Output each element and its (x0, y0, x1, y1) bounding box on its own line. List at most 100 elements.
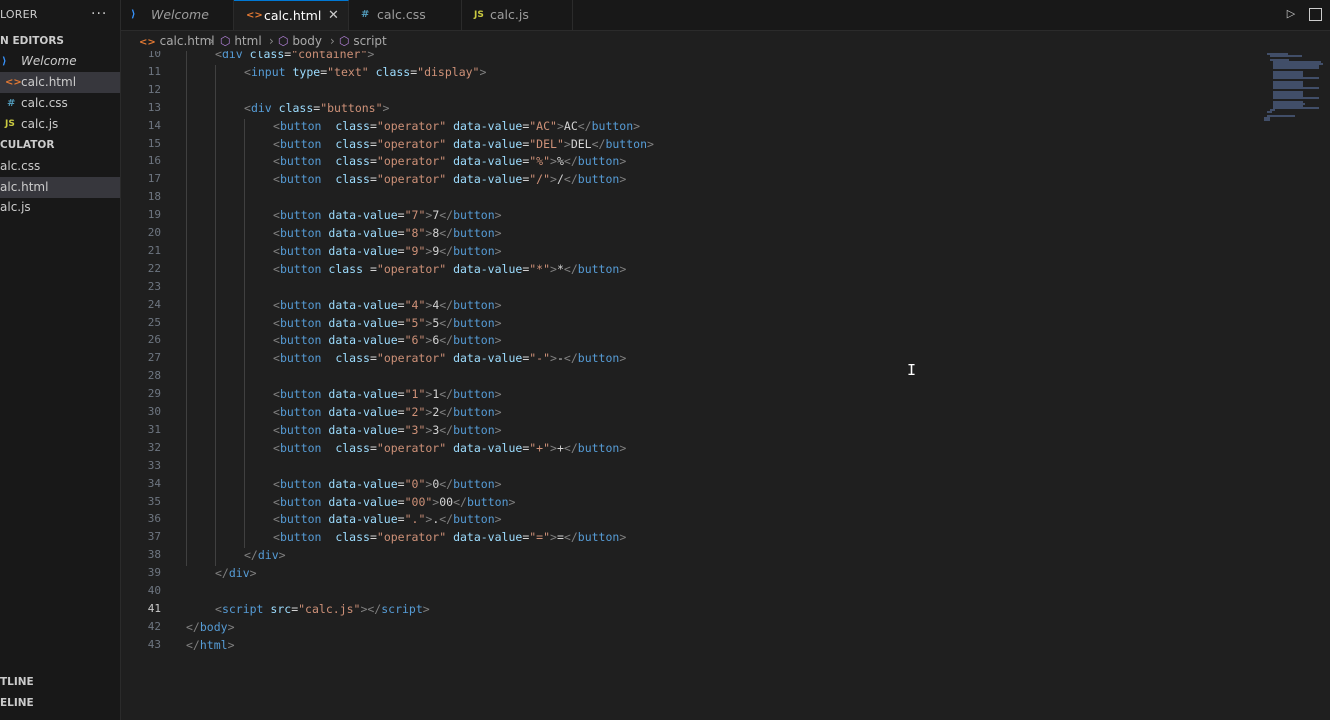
code-tag-name: button (279, 315, 322, 330)
code-line[interactable]: <div class="container"> (215, 51, 374, 61)
breadcrumb-html[interactable]: ⬡ html (220, 34, 262, 49)
code-line[interactable]: <button data-value="2">2</button> (273, 405, 502, 419)
open-editor-calc-html[interactable]: <> calc.html (0, 72, 120, 93)
code-attribute: data-value (446, 154, 523, 169)
code-line[interactable]: <input type="text" class="display"> (244, 65, 486, 79)
code-line[interactable]: </html> (186, 638, 235, 652)
chevron-right-icon: › (209, 34, 214, 48)
code-bracket: < (273, 172, 280, 187)
code-bracket: </ (439, 387, 454, 402)
code-line[interactable]: </div> (244, 548, 286, 562)
open-editor-calc-js[interactable]: JS calc.js (0, 114, 120, 135)
code-tag-name: button (453, 405, 495, 419)
code-line[interactable]: <button data-value="6">6</button> (273, 333, 502, 347)
open-editors-section[interactable]: N EDITORS (0, 31, 64, 51)
code-bracket: > (227, 619, 235, 634)
file-calc-css[interactable]: alc.css (0, 156, 120, 177)
code-string: "6" (404, 333, 426, 348)
more-actions-icon[interactable]: ··· (91, 6, 107, 22)
file-calc-html[interactable]: alc.html (0, 177, 120, 198)
open-editor-calc-css[interactable]: # calc.css (0, 93, 120, 114)
code-bracket: > (494, 208, 502, 223)
code-line[interactable]: <button data-value="7">7</button> (273, 208, 502, 222)
code-bracket: > (619, 530, 627, 545)
code-line[interactable]: <button class ="operator" data-value="*"… (273, 262, 626, 276)
code-tag-name: button (453, 476, 495, 491)
code-line[interactable]: <button data-value="00">00</button> (273, 495, 515, 509)
code-line[interactable]: <button data-value="3">3</button> (273, 423, 502, 437)
code-line[interactable]: <button class="operator" data-value="DEL… (273, 137, 654, 151)
code-tag-name: button (591, 118, 634, 133)
tab-welcome[interactable]: ⟩ Welcome (121, 0, 234, 30)
code-bracket: > (494, 476, 502, 491)
code-attribute: data-value (321, 297, 398, 312)
code-tag-name: button (279, 530, 322, 545)
code-line[interactable]: <button data-value="0">0</button> (273, 477, 502, 491)
code-line[interactable]: </div> (215, 566, 257, 580)
code-string: "operator" (376, 136, 447, 151)
code-attribute: data-value (446, 118, 523, 133)
code-line[interactable]: <button class="operator" data-value="%">… (273, 154, 626, 168)
breadcrumb-script[interactable]: ⬡ script (339, 34, 387, 49)
code-line[interactable]: <button data-value="8">8</button> (273, 226, 502, 240)
code-line[interactable]: <button data-value="9">9</button> (273, 244, 502, 258)
code-line[interactable]: <button data-value=".">.</button> (273, 512, 502, 526)
open-editor-welcome[interactable]: ⟩ Welcome (0, 51, 120, 72)
code-string: "operator" (376, 154, 447, 169)
code-bracket: > (550, 154, 557, 169)
code-string: "1" (404, 387, 426, 402)
breadcrumb-file[interactable]: <> calc.html (139, 34, 215, 50)
tab-label: calc.html (264, 8, 322, 23)
tab-calc-css[interactable]: # calc.css (349, 0, 462, 30)
code-bracket: </ (563, 172, 578, 187)
line-number: 17 (147, 172, 161, 186)
code-bracket: < (273, 405, 280, 419)
code-tag-name: button (453, 422, 495, 437)
tab-calc-js[interactable]: JS calc.js (462, 0, 573, 30)
code-line[interactable]: <button data-value="5">5</button> (273, 316, 502, 330)
code-bracket: > (382, 100, 390, 115)
code-tag-name: button (279, 261, 322, 276)
code-line[interactable]: <script src="calc.js"></script> (215, 602, 430, 616)
css-icon: # (361, 9, 370, 20)
code-attribute: data-value (321, 476, 398, 491)
line-number: 28 (147, 369, 161, 383)
split-editor-icon[interactable] (1309, 8, 1322, 21)
code-tag-name: button (453, 226, 495, 240)
code-line[interactable]: <button class="operator" data-value="+">… (273, 441, 626, 455)
code-bracket: > (619, 440, 627, 455)
breadcrumb-body[interactable]: ⬡ body (278, 34, 322, 49)
code-line[interactable]: <button class="operator" data-value="-">… (273, 351, 626, 365)
line-number: 18 (147, 190, 161, 204)
code-line[interactable]: <button class="operator" data-value="AC"… (273, 119, 640, 133)
timeline-section[interactable]: ELINE (0, 693, 34, 713)
line-number: 12 (147, 82, 161, 96)
code-bracket: </ (439, 405, 454, 419)
explorer-header: LORER (0, 8, 38, 21)
line-number: 27 (147, 351, 161, 365)
code-attribute: data-value (446, 440, 523, 455)
code-string: "operator" (376, 172, 447, 187)
code-line[interactable]: <div class="buttons"> (244, 101, 389, 115)
code-tag-name: button (279, 476, 322, 491)
tab-calc-html[interactable]: <> calc.html ✕ (234, 0, 349, 30)
line-number: 11 (147, 64, 161, 78)
file-calc-js[interactable]: alc.js (0, 197, 120, 218)
code-bracket: > (494, 387, 502, 402)
code-line[interactable]: <button class="operator" data-value="=">… (273, 530, 626, 544)
code-line[interactable]: </body> (186, 620, 235, 634)
folder-section[interactable]: CULATOR (0, 135, 54, 155)
code-tag-name: button (577, 154, 620, 169)
code-equals: = (397, 226, 405, 240)
run-icon[interactable]: ▷ (1284, 7, 1298, 21)
code-editor[interactable]: 10 <div class="container"> 11 <input type="… (121, 51, 1330, 720)
close-tab-icon[interactable]: ✕ (328, 1, 339, 31)
code-bracket: < (273, 226, 280, 240)
code-line[interactable]: <button class="operator" data-value="/">… (273, 172, 626, 186)
code-line[interactable]: <button data-value="4">4</button> (273, 298, 502, 312)
code-attribute: class (321, 261, 370, 276)
code-text: / (556, 172, 564, 187)
outline-section[interactable]: TLINE (0, 672, 34, 692)
minimap[interactable] (1264, 51, 1324, 121)
code-line[interactable]: <button data-value="1">1</button> (273, 387, 502, 401)
